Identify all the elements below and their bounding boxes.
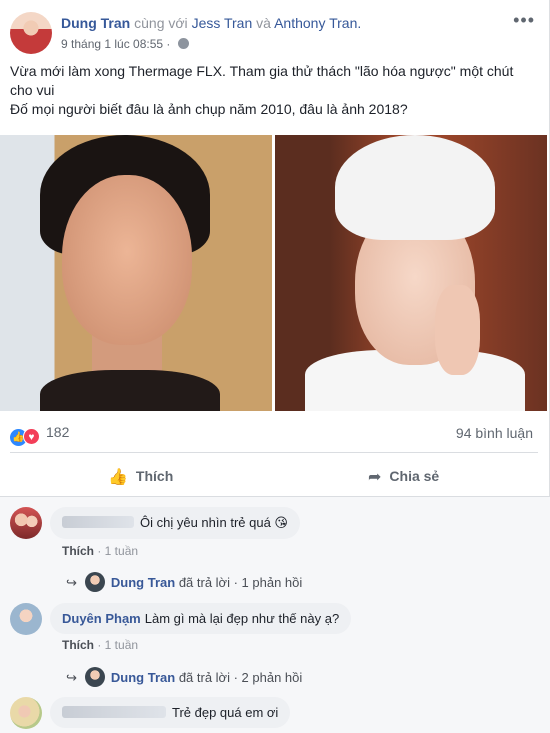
like-button[interactable]: 👍 Thích (108, 467, 173, 487)
post-header: Dung Tran cùng với Jess Tran và Anthony … (61, 15, 361, 31)
reply-action: đã trả lời (178, 575, 230, 590)
author-name[interactable]: Dung Tran (61, 15, 130, 31)
share-button[interactable]: ➦ Chia sẻ (368, 467, 439, 487)
reply-action: đã trả lời (178, 670, 230, 685)
tagged-user-1[interactable]: Jess Tran (192, 15, 253, 31)
comment-like-link[interactable]: Thích (62, 544, 94, 558)
share-arrow-icon: ➦ (368, 469, 382, 486)
facebook-post: Dung Tran cùng với Jess Tran và Anthony … (0, 0, 550, 733)
reply-arrow-icon: ↪ (66, 670, 77, 685)
reply-count: · 1 phản hồi (233, 575, 303, 590)
globe-icon (177, 38, 189, 49)
reply-arrow-icon: ↪ (66, 575, 77, 590)
reaction-count: 182 (46, 424, 70, 440)
and-text: và (256, 15, 271, 31)
reply-author: Dung Tran (110, 575, 176, 590)
comment-text: Trẻ đẹp quá em ơi (172, 705, 279, 720)
blurred-name (62, 706, 166, 718)
with-text: cùng với (134, 15, 188, 31)
thumbs-up-icon: 👍 (108, 469, 128, 486)
reply-count: · 2 phản hồi (233, 670, 303, 685)
share-button-label: Chia sẻ (389, 468, 440, 484)
divider (0, 496, 550, 497)
photo-towel (335, 135, 495, 240)
author-avatar[interactable] (10, 12, 52, 54)
photo-hand (435, 285, 480, 375)
comment-bubble: Ôi chị yêu nhìn trẻ quá 😘 (50, 507, 300, 539)
reply-avatar (84, 667, 105, 687)
commenter-name[interactable]: Duyên Phạm (62, 611, 141, 626)
reply-avatar (84, 572, 105, 592)
comment-like-link[interactable]: Thích (62, 638, 94, 652)
commenter-avatar[interactable] (10, 697, 42, 729)
blurred-name (62, 516, 134, 528)
comments-section: Ôi chị yêu nhìn trẻ quá 😘 Thích · 1 tuần… (0, 496, 550, 733)
comment-bubble: Trẻ đẹp quá em ơi (50, 697, 291, 728)
comment-text: Ôi chị yêu nhìn trẻ quá 😘 (140, 515, 288, 530)
comment-meta: Thích · 1 tuần (62, 638, 138, 652)
post-text: Vừa mới làm xong Thermage FLX. Tham gia … (10, 62, 535, 119)
post-text-line-2: Đố mọi người biết đâu là ảnh chụp năm 20… (10, 101, 408, 117)
post-text-line-1: Vừa mới làm xong Thermage FLX. Tham gia … (10, 63, 514, 98)
comment-text: Làm gì mà lại đẹp như thế này ạ? (144, 611, 340, 626)
divider (10, 452, 538, 453)
comment-time[interactable]: · 1 tuần (97, 638, 138, 652)
love-reaction-icon: ♥ (23, 428, 40, 445)
post-photo-right[interactable] (275, 135, 547, 411)
post-photo-left[interactable] (0, 135, 272, 411)
post-meta: 9 tháng 1 lúc 08:55 · (61, 37, 189, 51)
photo-face (62, 175, 192, 345)
reply-author: Dung Tran (110, 670, 176, 685)
commenter-avatar[interactable] (10, 603, 42, 635)
comment-meta: Thích · 1 tuần (62, 544, 138, 558)
reactions-summary[interactable]: 👍 ♥ 182 (10, 424, 69, 446)
reply-summary[interactable]: ↪ Dung Tran đã trả lời · 1 phản hồi (66, 572, 302, 592)
post-timestamp[interactable]: 9 tháng 1 lúc 08:55 · (61, 37, 170, 51)
like-button-label: Thích (135, 468, 174, 484)
more-options-icon[interactable]: ••• (513, 10, 535, 31)
photo-clothes (40, 370, 220, 411)
comment-time[interactable]: · 1 tuần (97, 544, 138, 558)
comments-count[interactable]: 94 bình luận (456, 425, 533, 441)
reply-summary[interactable]: ↪ Dung Tran đã trả lời · 2 phản hồi (66, 667, 302, 687)
comment-bubble: Duyên Phạm Làm gì mà lại đẹp như thế này … (50, 603, 352, 634)
tagged-user-2[interactable]: Anthony Tran. (274, 15, 361, 31)
commenter-avatar[interactable] (10, 507, 42, 539)
